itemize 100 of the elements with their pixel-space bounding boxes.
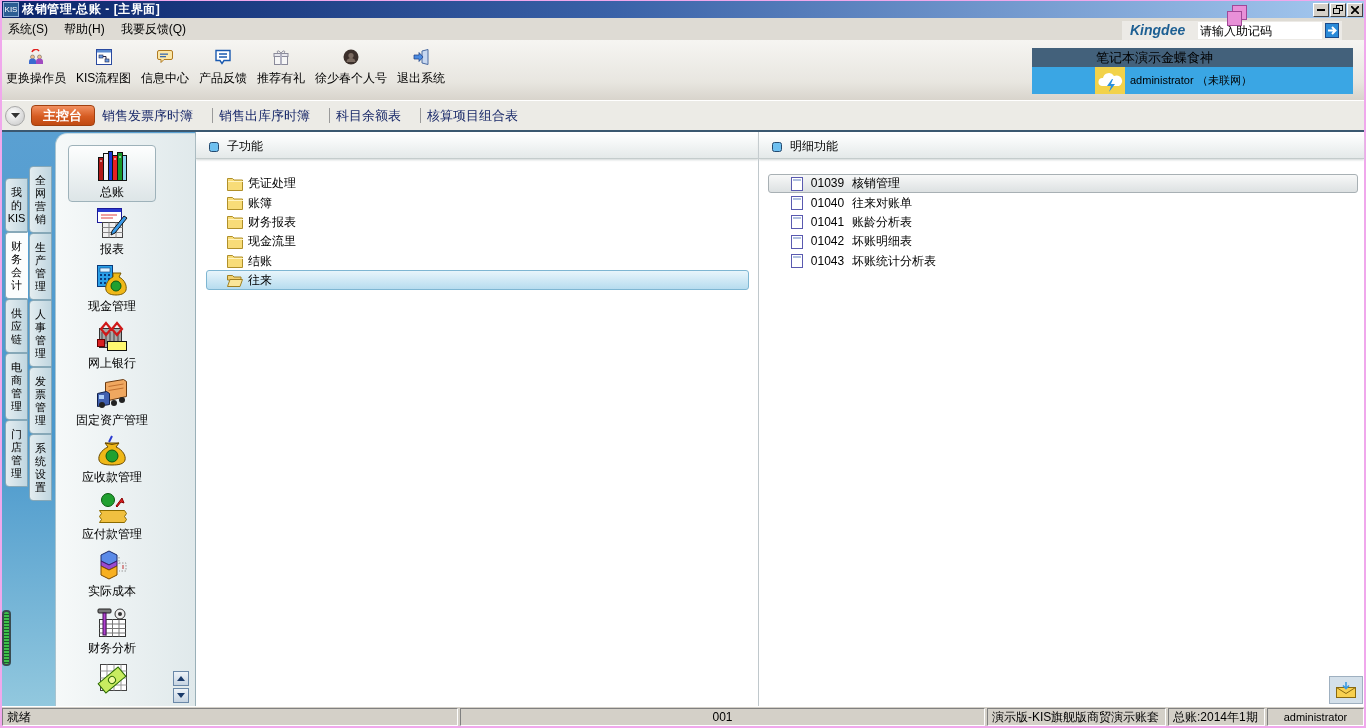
- folder-icon: [227, 215, 243, 230]
- document-icon: [791, 215, 803, 230]
- tab[interactable]: 销售发票序时簿: [97, 105, 198, 126]
- window-title: 核销管理-总账 - [主界面]: [22, 2, 161, 17]
- module-item[interactable]: 报表: [68, 202, 156, 259]
- scroll-down-button[interactable]: [173, 688, 189, 703]
- module-item[interactable]: 应收款管理: [68, 430, 156, 487]
- money-bag-icon: [96, 435, 128, 467]
- tree-item[interactable]: 现金流里: [206, 231, 749, 252]
- menu-item[interactable]: 我要反馈(Q): [120, 21, 186, 37]
- status-cell: 就绪: [2, 708, 458, 726]
- users-icon: [28, 49, 44, 65]
- toolbar-button[interactable]: 信息中心: [141, 49, 190, 85]
- detail-item[interactable]: 01039 核销管理: [768, 174, 1358, 194]
- toolbar-button[interactable]: 产品反馈: [199, 49, 248, 85]
- scroll-up-button[interactable]: [173, 671, 189, 686]
- toolbar-button[interactable]: 更换操作员: [6, 49, 66, 85]
- module-item[interactable]: 现金管理: [68, 259, 156, 316]
- envelope-icon: [1336, 682, 1356, 698]
- report-pencil-icon: [96, 207, 128, 239]
- status-cell: 总账:2014年1期: [1168, 708, 1265, 726]
- document-icon: [791, 253, 803, 268]
- calculator-money-bag-icon: [96, 264, 128, 296]
- user-status: administrator （未联网）: [1130, 73, 1252, 88]
- toolbar-button[interactable]: KIS流程图: [76, 49, 132, 85]
- bullet-icon: [772, 141, 782, 152]
- tree-item[interactable]: 财务报表: [206, 212, 749, 232]
- tab[interactable]: 核算项目组合表: [422, 105, 523, 126]
- chat-bubble-icon: [157, 49, 174, 65]
- module-item[interactable]: 应付款管理: [68, 487, 156, 544]
- company-name: 笔记本演示金蝶食神: [1096, 49, 1213, 66]
- tab[interactable]: 科目余额表: [331, 105, 406, 126]
- restore-button[interactable]: [1330, 2, 1346, 17]
- folder-icon: [227, 234, 243, 249]
- down-arrow-icon: [177, 693, 185, 698]
- grip-handle[interactable]: [2, 610, 11, 666]
- gift-icon: [273, 49, 290, 65]
- exit-icon: [413, 49, 430, 65]
- document-icon: [791, 195, 803, 210]
- books-icon: [96, 150, 128, 182]
- module-item[interactable]: 总账: [68, 145, 156, 202]
- category-tab[interactable]: 门店管理: [5, 420, 28, 487]
- folder-icon: [227, 253, 243, 268]
- bank-building-icon: [96, 321, 128, 353]
- toolbar-button[interactable]: 退出系统: [397, 49, 446, 85]
- category-tab[interactable]: 供应链: [5, 299, 28, 353]
- brand-logo: Kingdee: [1130, 22, 1187, 39]
- app-logo: KIS: [3, 2, 19, 17]
- detail-item[interactable]: 01042 坏账明细表: [768, 231, 1358, 252]
- document-icon: [791, 176, 803, 191]
- category-tab[interactable]: 财务会计: [5, 232, 28, 299]
- toolbar-button[interactable]: 推荐有礼: [257, 49, 306, 85]
- restore-icon: [1333, 5, 1343, 14]
- category-tab[interactable]: 电商管理: [5, 353, 28, 420]
- mail-button[interactable]: [1329, 676, 1363, 704]
- tab[interactable]: 主控台: [31, 105, 95, 126]
- open-folder-icon: [227, 273, 243, 288]
- cloud-lightning-icon: [1095, 67, 1125, 94]
- caret-icon: [10, 113, 20, 118]
- category-tab[interactable]: 我的KIS: [5, 178, 28, 232]
- detail-item[interactable]: 01040 往来对账单: [768, 193, 1358, 213]
- avatar-icon: [343, 49, 360, 65]
- module-item[interactable]: 财务分析: [68, 601, 156, 658]
- flowchart-icon: [95, 49, 112, 65]
- toolbar-button[interactable]: 徐少春个人号: [315, 49, 388, 85]
- bullet-icon: [209, 141, 219, 152]
- hammer-table-icon: [96, 606, 128, 638]
- folder-icon: [227, 176, 243, 191]
- module-item[interactable]: 网上银行: [68, 316, 156, 373]
- dropdown-button[interactable]: [5, 105, 25, 126]
- go-arrow-icon[interactable]: [1325, 23, 1339, 38]
- category-tab[interactable]: 人事管理: [29, 300, 52, 367]
- message-icon: [215, 49, 232, 65]
- close-button[interactable]: [1347, 2, 1363, 17]
- minimize-button[interactable]: [1313, 2, 1329, 17]
- tree-item[interactable]: 账簿: [206, 193, 749, 213]
- module-item[interactable]: 固定资产管理: [68, 373, 156, 430]
- panel-title: 子功能: [227, 139, 263, 154]
- tree-item[interactable]: 结账: [206, 251, 749, 271]
- status-cell: 演示版-KIS旗舰版商贸演示账套: [987, 708, 1166, 726]
- menu-item[interactable]: 帮助(H): [64, 21, 105, 37]
- close-icon: [1351, 5, 1359, 14]
- detail-item[interactable]: 01043 坏账统计分析表: [768, 251, 1358, 271]
- folder-icon: [227, 195, 243, 210]
- tree-item[interactable]: 往来: [206, 270, 749, 290]
- panel-title: 明细功能: [790, 139, 838, 154]
- document-icon: [791, 234, 803, 249]
- category-tab[interactable]: 系统设置: [29, 434, 52, 501]
- category-tab[interactable]: 发票管理: [29, 367, 52, 434]
- tab[interactable]: 销售出库序时簿: [214, 105, 315, 126]
- up-arrow-icon: [177, 676, 185, 681]
- detail-item[interactable]: 01041 账龄分析表: [768, 212, 1358, 232]
- tree-item[interactable]: 凭证处理: [206, 174, 749, 194]
- menu-item[interactable]: 系统(S): [8, 21, 48, 37]
- coin-arrow-icon: [96, 492, 128, 524]
- module-item[interactable]: 实际成本: [68, 544, 156, 601]
- category-tab[interactable]: 全网营销: [29, 166, 52, 233]
- overlapping-squares-icon: [1226, 5, 1248, 27]
- minimize-icon: [1317, 8, 1325, 11]
- category-tab[interactable]: 生产管理: [29, 233, 52, 300]
